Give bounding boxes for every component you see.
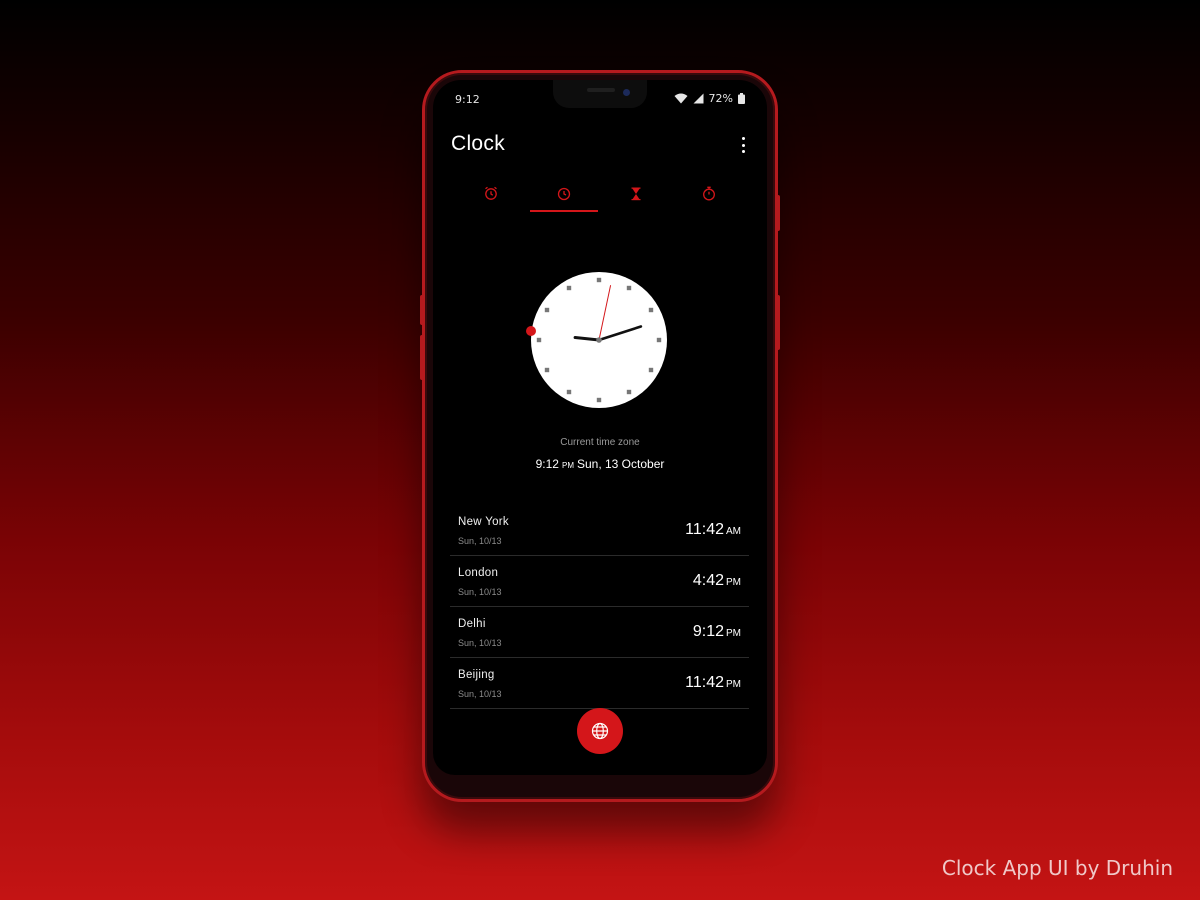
- more-dot-icon: [741, 137, 745, 140]
- city-time-value: 11:42: [685, 521, 724, 538]
- city-time: 9:12 PM: [693, 623, 741, 641]
- hour-tick: [626, 389, 632, 395]
- power-button: [776, 195, 780, 231]
- analog-clock-face: [531, 272, 667, 408]
- volume-down-button: [420, 335, 424, 380]
- page-title: Clock: [451, 132, 506, 155]
- more-dot-icon: [741, 150, 745, 153]
- hour-tick: [626, 285, 632, 291]
- city-time-value: 9:12: [692, 623, 724, 640]
- battery-percent: 72%: [708, 92, 733, 105]
- tab-alarm[interactable]: [455, 183, 528, 213]
- city-ampm: PM: [726, 679, 741, 690]
- app-screen: 9:12 72% Clock Current time zone 9:12 PM…: [433, 80, 767, 775]
- city-time: 4:42 PM: [693, 572, 741, 590]
- add-city-button[interactable]: [577, 708, 623, 754]
- clock-icon: [557, 187, 570, 201]
- city-ampm: PM: [726, 628, 741, 639]
- status-icons: 72%: [674, 92, 745, 105]
- list-item[interactable]: Beijing Sun, 10/13 11:42 PM: [450, 658, 749, 709]
- wifi-icon: [674, 93, 688, 104]
- hour-tick: [544, 367, 550, 373]
- tab-clock[interactable]: [528, 183, 601, 213]
- city-name: New York: [458, 516, 509, 528]
- list-item[interactable]: New York Sun, 10/13 11:42 AM: [450, 505, 749, 556]
- hour-tick: [656, 337, 662, 343]
- city-time-value: 11:42: [685, 674, 724, 691]
- more-options-button[interactable]: [737, 137, 749, 153]
- status-time: 9:12: [455, 93, 480, 106]
- city-ampm: PM: [726, 577, 741, 588]
- city-name: Delhi: [458, 618, 486, 630]
- world-clock-list: New York Sun, 10/13 11:42 AM London Sun, …: [450, 505, 749, 709]
- hour-tick: [648, 307, 654, 313]
- current-time-display: 9:12 PM Sun, 13 October: [433, 457, 767, 471]
- hour-tick: [596, 397, 602, 403]
- tab-stopwatch[interactable]: [673, 183, 746, 213]
- current-time: 9:12: [535, 457, 559, 471]
- clock-indicator-dot: [526, 326, 536, 336]
- hour-tick: [596, 277, 602, 283]
- clock-center-pin: [596, 337, 602, 343]
- city-date: Sun, 10/13: [458, 638, 502, 648]
- city-time-value: 4:42: [692, 572, 724, 589]
- analog-clock: [529, 270, 669, 410]
- side-button: [776, 295, 780, 350]
- hour-tick: [544, 307, 550, 313]
- city-name: London: [458, 567, 499, 579]
- hour-tick: [566, 285, 572, 291]
- hourglass-icon: [631, 187, 641, 201]
- volume-up-button: [420, 295, 424, 325]
- current-date: Sun, 13 October: [576, 457, 665, 471]
- credit-text: Clock App UI by Druhin: [941, 856, 1173, 880]
- city-time: 11:42 PM: [685, 674, 741, 692]
- tab-bar: [455, 183, 745, 213]
- city-date: Sun, 10/13: [458, 587, 502, 597]
- city-ampm: AM: [726, 526, 741, 537]
- globe-icon: [591, 722, 609, 740]
- alarm-icon: [485, 186, 498, 200]
- hour-tick: [648, 367, 654, 373]
- hour-tick: [536, 337, 542, 343]
- status-bar: 9:12 72%: [433, 80, 767, 120]
- city-time: 11:42 AM: [685, 521, 741, 539]
- battery-icon: [738, 93, 745, 104]
- list-item[interactable]: Delhi Sun, 10/13 9:12 PM: [450, 607, 749, 658]
- city-name: Beijing: [458, 669, 495, 681]
- hour-tick: [566, 389, 572, 395]
- timezone-caption: Current time zone: [560, 437, 640, 448]
- more-dot-icon: [741, 143, 745, 147]
- city-date: Sun, 10/13: [458, 536, 502, 546]
- city-date: Sun, 10/13: [458, 689, 502, 699]
- tab-timer[interactable]: [600, 183, 673, 213]
- list-item[interactable]: London Sun, 10/13 4:42 PM: [450, 556, 749, 607]
- current-ampm: PM: [561, 461, 574, 470]
- stopwatch-icon: [702, 186, 715, 201]
- signal-icon: [693, 93, 704, 104]
